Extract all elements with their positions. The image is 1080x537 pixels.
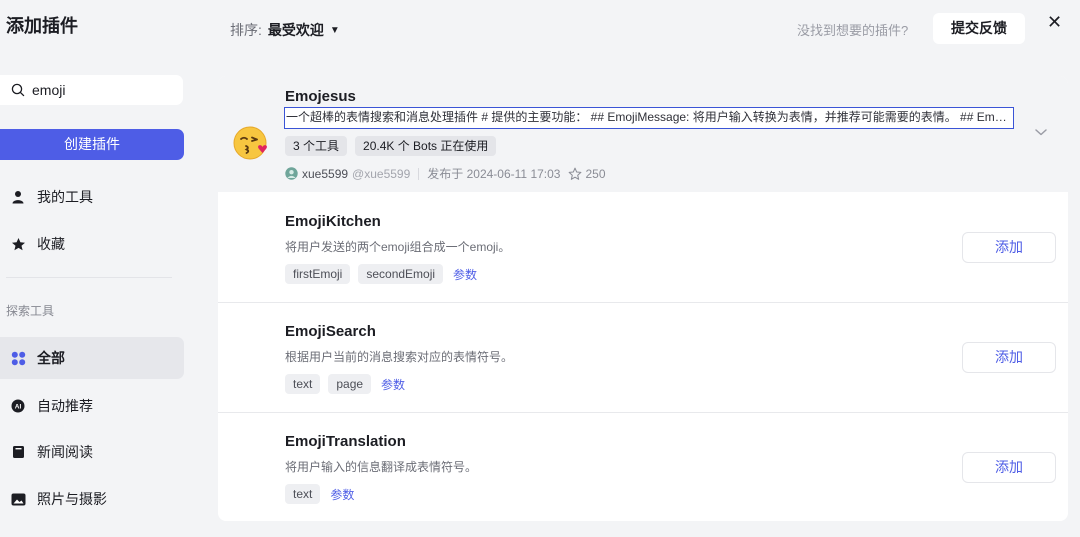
add-tool-button[interactable]: 添加 — [962, 452, 1056, 483]
add-tool-button[interactable]: 添加 — [962, 342, 1056, 373]
tool-name: EmojiTranslation — [285, 433, 406, 450]
tool-row: EmojiKitchen 将用户发送的两个emoji组合成一个emoji。 fi… — [218, 192, 1068, 302]
params-link[interactable]: 参数 — [453, 266, 477, 283]
sidebar: 添加插件 创建插件 我的工具 收藏 探索工具 全部 AI — [0, 0, 196, 537]
author-avatar — [285, 167, 298, 180]
tool-row: EmojiSearch 根据用户当前的消息搜索对应的表情符号。 text pag… — [218, 302, 1068, 412]
tool-name: EmojiKitchen — [285, 213, 381, 230]
kissing-face-emoji-icon — [233, 126, 267, 160]
star-count: 250 — [585, 166, 606, 181]
sort-value: 最受欢迎 — [267, 22, 324, 38]
row-divider — [218, 302, 1068, 303]
star-outline-icon — [569, 167, 582, 180]
sidebar-title: 添加插件 — [6, 16, 78, 36]
plugin-description: 一个超棒的表情搜索和消息处理插件 # 提供的主要功能： ## EmojiMess… — [284, 107, 1014, 129]
bots-usage-badge: 20.4K 个 Bots 正在使用 — [355, 136, 497, 156]
plugin-header[interactable]: Emojesus 一个超棒的表情搜索和消息处理插件 # 提供的主要功能： ## … — [218, 76, 1068, 192]
not-found-text: 没找到想要的插件? — [797, 23, 909, 38]
plugin-tags: 3 个工具 20.4K 个 Bots 正在使用 — [285, 136, 497, 156]
param-tag: secondEmoji — [358, 264, 444, 284]
tool-count-badge: 3 个工具 — [285, 136, 348, 156]
param-tag: text — [285, 374, 321, 394]
ai-icon: AI — [10, 398, 26, 414]
close-icon[interactable]: ✕ — [1047, 12, 1062, 33]
feedback-button[interactable]: 提交反馈 — [933, 13, 1025, 44]
search-icon — [11, 83, 25, 97]
sidebar-item-auto-recommend[interactable]: AI 自动推荐 — [0, 385, 184, 427]
sidebar-item-label: 新闻阅读 — [37, 444, 93, 460]
sidebar-item-label: 我的工具 — [37, 189, 93, 205]
person-icon — [10, 189, 26, 205]
params-link[interactable]: 参数 — [330, 486, 354, 503]
plugin-meta: xue5599 @xue5599 发布于 2024-06-11 17:03 25… — [285, 165, 606, 182]
star-icon — [10, 236, 26, 252]
sidebar-item-news[interactable]: 新闻阅读 — [0, 431, 184, 473]
sort-dropdown[interactable]: 排序: 最受欢迎 ▼ — [230, 20, 340, 40]
params-link[interactable]: 参数 — [381, 376, 405, 393]
plugin-panel: Emojesus 一个超棒的表情搜索和消息处理插件 # 提供的主要功能： ## … — [218, 76, 1068, 521]
chevron-down-icon[interactable] — [1034, 127, 1048, 137]
section-label-explore: 探索工具 — [6, 304, 55, 318]
tool-row: EmojiTranslation 将用户输入的信息翻译成表情符号。 text 参… — [218, 412, 1068, 521]
sidebar-item-all[interactable]: 全部 — [0, 337, 184, 379]
tool-params: text 参数 — [285, 484, 354, 504]
author-handle: @xue5599 — [352, 166, 411, 181]
sidebar-item-label: 自动推荐 — [37, 398, 93, 414]
caret-down-icon: ▼ — [329, 24, 340, 36]
image-icon — [10, 491, 26, 507]
sidebar-item-favorites[interactable]: 收藏 — [0, 223, 184, 265]
grid-icon — [10, 350, 26, 366]
create-plugin-button[interactable]: 创建插件 — [0, 129, 184, 160]
sidebar-divider — [6, 277, 172, 278]
svg-text:AI: AI — [15, 404, 22, 411]
publish-date: 发布于 2024-06-11 17:03 — [427, 167, 561, 181]
tool-name: EmojiSearch — [285, 323, 376, 340]
meta-separator — [418, 167, 420, 180]
tool-params: text page 参数 — [285, 374, 405, 394]
favorite-count[interactable]: 250 — [568, 166, 606, 181]
sort-label: 排序: — [230, 22, 262, 38]
sidebar-item-label: 全部 — [37, 350, 65, 366]
sidebar-item-photo[interactable]: 照片与摄影 — [0, 478, 184, 520]
tool-description: 将用户发送的两个emoji组合成一个emoji。 — [285, 240, 511, 254]
book-icon — [10, 444, 26, 460]
param-tag: page — [328, 374, 372, 394]
add-tool-button[interactable]: 添加 — [962, 232, 1056, 263]
tool-description: 根据用户当前的消息搜索对应的表情符号。 — [285, 350, 514, 364]
search-box[interactable] — [0, 75, 183, 105]
param-tag: firstEmoji — [285, 264, 351, 284]
row-divider — [218, 412, 1068, 413]
search-input[interactable] — [32, 82, 162, 98]
sidebar-item-label: 收藏 — [37, 236, 65, 252]
tool-description: 将用户输入的信息翻译成表情符号。 — [285, 460, 478, 474]
sidebar-item-label: 照片与摄影 — [37, 491, 107, 507]
author-name[interactable]: xue5599 — [302, 167, 348, 181]
sidebar-item-my-tools[interactable]: 我的工具 — [0, 176, 184, 218]
param-tag: text — [285, 484, 321, 504]
tool-params: firstEmoji secondEmoji 参数 — [285, 264, 477, 284]
plugin-name: Emojesus — [285, 88, 356, 105]
